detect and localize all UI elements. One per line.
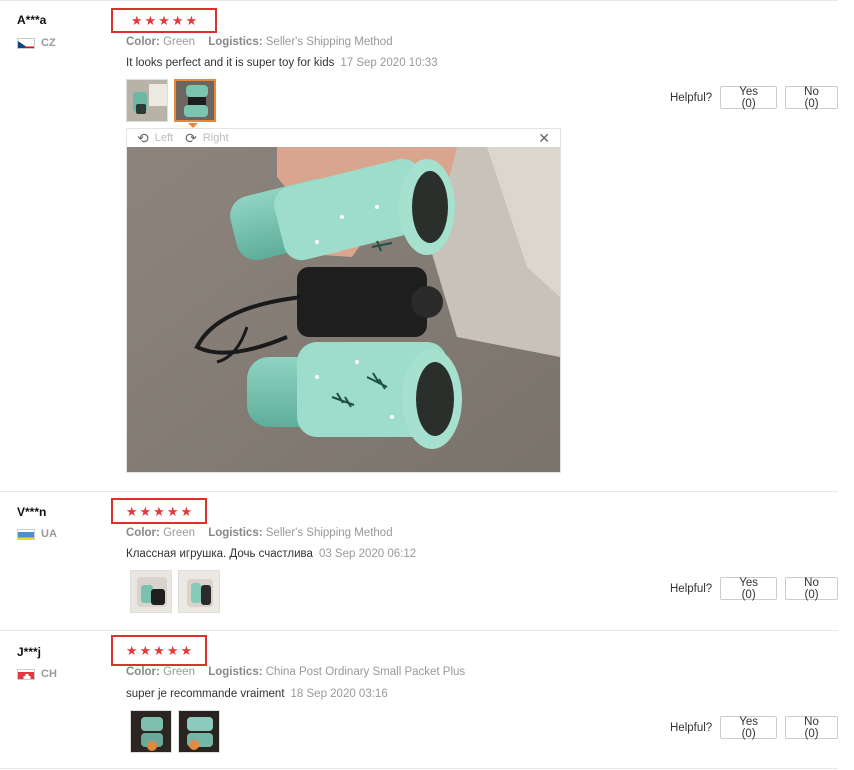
review-photos [130,570,220,613]
helpful-yes-button[interactable]: Yes (0) [720,577,778,601]
review-photo-thumbnail[interactable] [126,79,168,122]
review-date: 17 Sep 2020 10:33 [340,57,438,69]
review-text: It looks perfect and it is super toy for… [126,57,438,69]
reviewer-country: UA [17,528,57,540]
star-icon: ★ [166,503,179,519]
star-icon: ★ [144,13,157,28]
helpful-vote: Helpful? Yes (0) No (0) [670,577,838,601]
star-icon: ★ [180,643,193,658]
rotate-right-icon[interactable]: ⟳ [185,130,197,147]
reviewer-country: CH [17,668,57,680]
star-icon: ★ [153,643,165,658]
review-date: 18 Sep 2020 03:16 [290,688,388,700]
flag-ch-icon [17,668,35,680]
rating-stars: ★ ★ ★ ★ ★ [111,635,207,666]
review-text: Классная игрушка. Дочь счастлива 03 Sep 2… [126,548,417,560]
helpful-no-button[interactable]: No (0) [785,577,838,601]
reviewer-country: CZ [17,37,56,49]
reviewer-name: V***n [17,505,47,519]
review-date: 03 Sep 2020 06:12 [318,548,417,560]
review-photos [130,710,220,753]
review-attributes: Color: Green Logistics: Seller's Shippin… [126,527,393,539]
star-icon: ★ [125,503,138,519]
star-icon: ★ [185,13,198,28]
review-attributes: Color: Green Logistics: China Post Ordin… [126,666,466,678]
star-icon: ★ [153,503,165,519]
helpful-yes-button[interactable]: Yes (0) [720,86,778,110]
star-icon: ★ [180,503,193,519]
rotate-right-label[interactable]: Right [203,132,229,144]
flag-cz-icon [17,37,35,49]
helpful-vote: Helpful? Yes (0) No (0) [670,86,838,110]
review-photos [126,79,216,122]
reviewer-name: A***a [17,13,47,27]
rating-stars: ★ ★ ★ ★ ★ [111,498,207,524]
review-item: V***n UA ★ ★ ★ ★ ★ Color: Green Logistic… [0,492,838,631]
helpful-no-button[interactable]: No (0) [785,716,838,740]
rotate-left-label[interactable]: Left [155,132,173,144]
star-icon: ★ [139,503,152,519]
review-photo-thumbnail[interactable] [130,710,172,753]
helpful-no-button[interactable]: No (0) [785,86,838,110]
review-photo-thumbnail[interactable] [178,710,220,753]
review-item: A***a CZ ★ ★ ★ ★ ★ Color: Green Logistic… [0,0,838,492]
review-photo-thumbnail[interactable] [130,570,172,613]
review-photo-thumbnail-active[interactable] [174,79,216,122]
helpful-yes-button[interactable]: Yes (0) [720,716,778,740]
rotate-left-icon[interactable]: ⟲ [137,130,149,147]
helpful-vote: Helpful? Yes (0) No (0) [670,716,838,740]
photo-viewer-toolbar: ⟲ Left ⟳ Right [127,129,560,147]
flag-ua-icon [17,528,35,540]
star-icon: ★ [166,643,179,658]
review-photo-thumbnail[interactable] [178,570,220,613]
star-icon: ★ [125,643,138,658]
review-item: J***j CH ★ ★ ★ ★ ★ Color: Green Logistic… [0,631,838,769]
reviewer-name: J***j [17,645,42,659]
star-icon: ★ [158,13,170,28]
rating-stars: ★ ★ ★ ★ ★ [111,8,217,33]
photo-viewer: ⟲ Left ⟳ Right ✕ [126,128,561,473]
star-icon: ★ [139,643,152,658]
review-attributes: Color: Green Logistics: Seller's Shippin… [126,36,393,48]
star-icon: ★ [130,13,143,28]
close-icon[interactable]: ✕ [538,130,550,147]
star-icon: ★ [171,13,184,28]
enlarged-review-photo [127,147,560,472]
review-text: super je recommande vraiment 18 Sep 2020 … [126,688,388,700]
